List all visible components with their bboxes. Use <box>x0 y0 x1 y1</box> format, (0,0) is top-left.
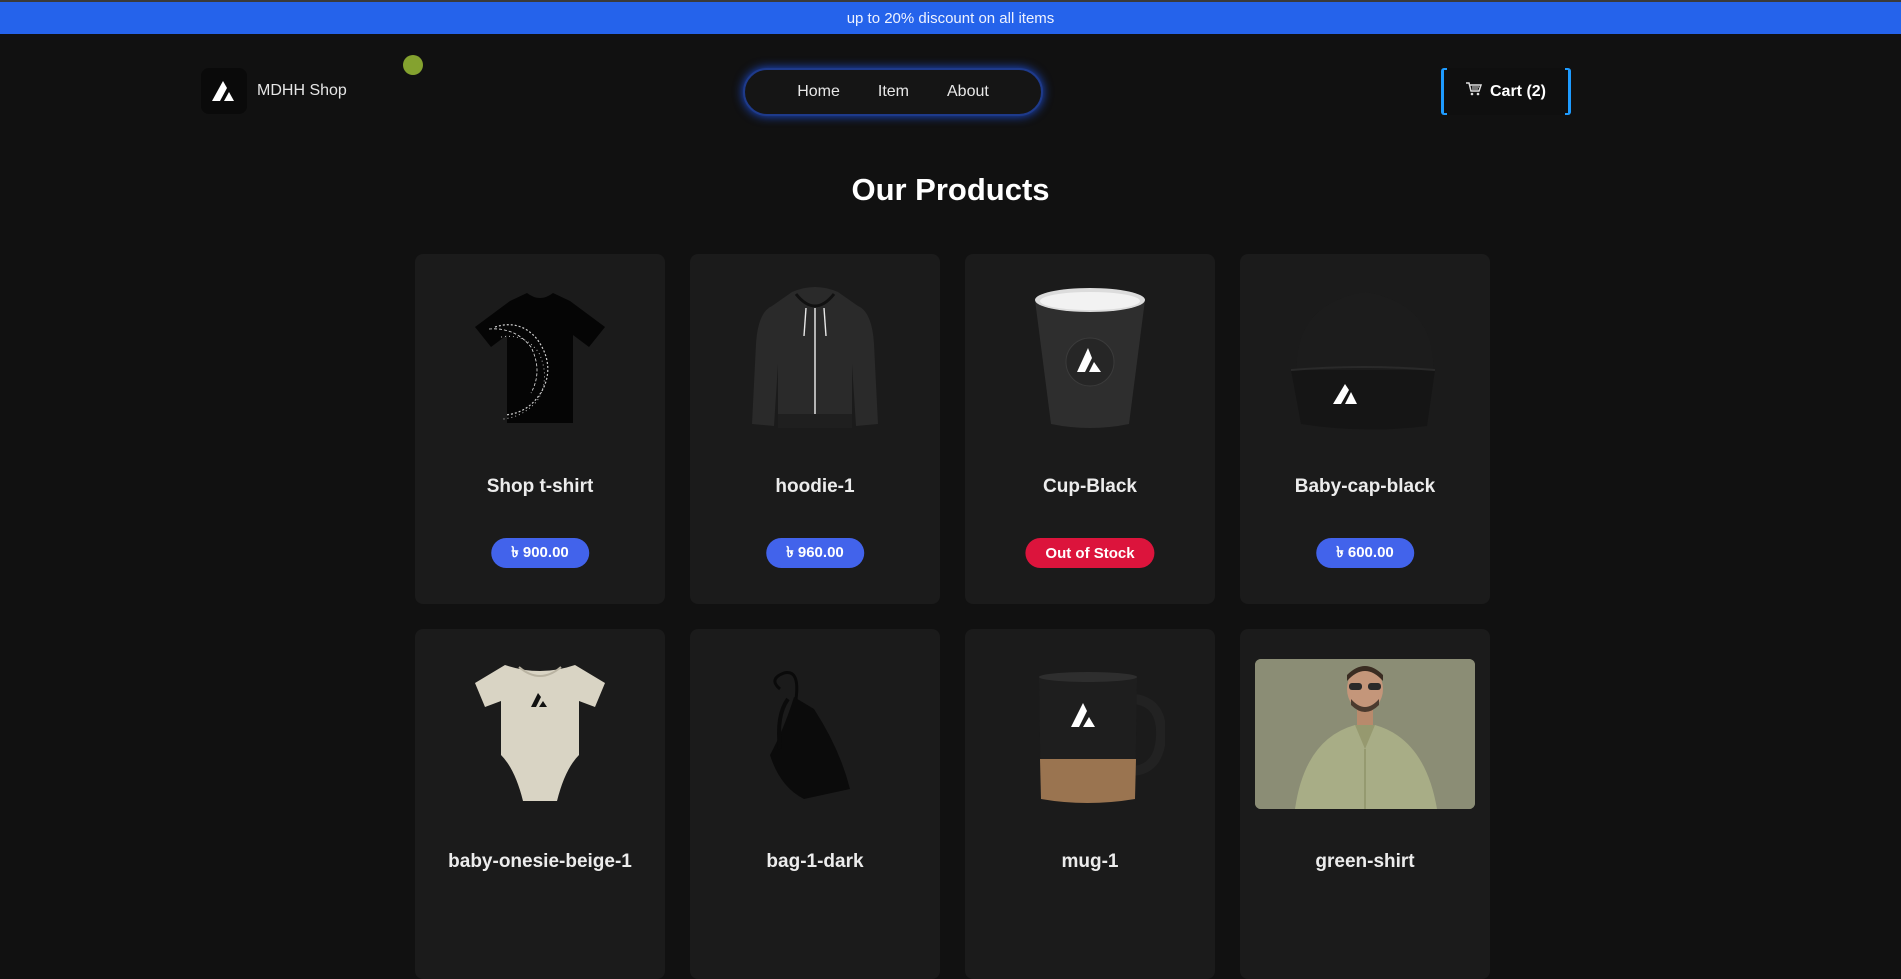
onesie-image[interactable] <box>430 659 650 809</box>
t-shirt-image[interactable] <box>430 284 650 434</box>
cup-image[interactable] <box>980 284 1200 434</box>
cart-bracket-right <box>1565 68 1571 115</box>
price-badge[interactable]: ৳ 960.00 <box>766 538 864 568</box>
nav-link-about[interactable]: About <box>928 83 1008 101</box>
triangle-logo-icon <box>201 68 247 114</box>
status-dot <box>403 55 423 75</box>
nav-link-home[interactable]: Home <box>778 83 859 101</box>
product-grid: Shop t-shirt ৳ 900.00 hoodie-1 ৳ 960.00 <box>415 254 1490 979</box>
product-card[interactable]: mug-1 <box>965 629 1215 979</box>
product-title[interactable]: baby-onesie-beige-1 <box>415 851 665 873</box>
product-title[interactable]: mug-1 <box>965 851 1215 873</box>
nav-link-item[interactable]: Item <box>859 83 928 101</box>
price-badge[interactable]: ৳ 600.00 <box>1316 538 1414 568</box>
brand[interactable]: MDHH Shop <box>201 68 347 114</box>
price-badge[interactable]: ৳ 900.00 <box>491 538 589 568</box>
product-title[interactable]: green-shirt <box>1240 851 1490 873</box>
product-title[interactable]: Shop t-shirt <box>415 476 665 498</box>
product-card[interactable]: bag-1-dark <box>690 629 940 979</box>
green-shirt-image[interactable] <box>1255 659 1475 809</box>
product-title[interactable]: Cup-Black <box>965 476 1215 498</box>
product-card[interactable]: green-shirt <box>1240 629 1490 979</box>
cart-bracket-left <box>1441 68 1447 115</box>
out-of-stock-badge[interactable]: Out of Stock <box>1025 538 1155 568</box>
product-card[interactable]: hoodie-1 ৳ 960.00 <box>690 254 940 604</box>
product-card[interactable]: Shop t-shirt ৳ 900.00 <box>415 254 665 604</box>
product-title[interactable]: Baby-cap-black <box>1240 476 1490 498</box>
product-card[interactable]: Cup-Black Out of Stock <box>965 254 1215 604</box>
product-title[interactable]: hoodie-1 <box>690 476 940 498</box>
page-title: Our Products <box>851 172 1050 207</box>
bag-image[interactable] <box>705 659 925 809</box>
product-card[interactable]: Baby-cap-black ৳ 600.00 <box>1240 254 1490 604</box>
discount-banner-text: up to 20% discount on all items <box>846 9 1055 27</box>
cart-label: Cart (2) <box>1489 82 1546 100</box>
mug-image[interactable] <box>980 659 1200 809</box>
discount-banner: up to 20% discount on all items <box>0 2 1901 34</box>
cart-button[interactable]: Cart (2) <box>1441 68 1571 115</box>
product-title[interactable]: bag-1-dark <box>690 851 940 873</box>
beanie-image[interactable] <box>1255 284 1475 434</box>
cart-icon <box>1465 82 1483 101</box>
brand-name: MDHH Shop <box>257 82 347 99</box>
product-card[interactable]: baby-onesie-beige-1 <box>415 629 665 979</box>
main-nav: Home Item About <box>743 68 1043 116</box>
hoodie-image[interactable] <box>705 284 925 434</box>
